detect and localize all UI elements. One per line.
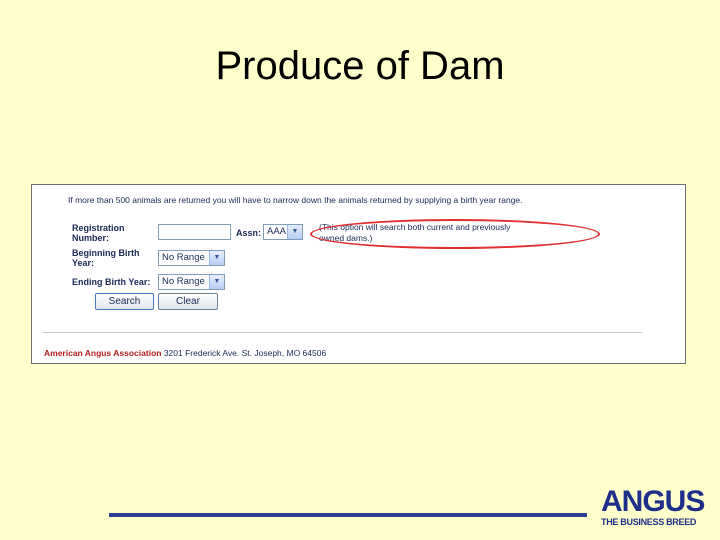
divider — [42, 332, 642, 333]
clear-button[interactable]: Clear — [158, 293, 218, 310]
assn-label: Assn: — [236, 228, 262, 238]
slide-title: Produce of Dam — [215, 44, 505, 88]
logo-tagline: THE BUSINESS BREED — [601, 517, 697, 527]
ending-birth-year-select[interactable]: No Range ▼ — [158, 274, 225, 290]
registration-number-input[interactable] — [158, 224, 231, 240]
ending-birth-year-label: Ending Birth Year: — [72, 277, 151, 287]
chevron-down-icon: ▼ — [209, 275, 224, 289]
footer-text: American Angus Association 3201 Frederic… — [44, 348, 326, 358]
chevron-down-icon: ▼ — [209, 251, 224, 265]
accent-rule — [109, 513, 587, 517]
notice-text: If more than 500 animals are returned yo… — [68, 195, 523, 205]
beginning-birth-year-select[interactable]: No Range ▼ — [158, 250, 225, 266]
chevron-down-icon: ▼ — [287, 225, 302, 239]
angus-logo: ANGUS THE BUSINESS BREED — [601, 485, 705, 533]
assn-select[interactable]: AAA ▼ — [263, 224, 303, 240]
search-button[interactable]: Search — [95, 293, 154, 310]
registration-label: Registration Number: — [72, 223, 125, 243]
footer-org: American Angus Association — [44, 348, 162, 358]
highlight-oval — [310, 219, 600, 249]
logo-word: ANGUS — [601, 485, 705, 518]
form-screenshot: If more than 500 animals are returned yo… — [31, 184, 686, 364]
footer-address: 3201 Frederick Ave. St. Joseph, MO 64506 — [161, 348, 327, 358]
beginning-birth-year-label: Beginning Birth Year: — [72, 248, 140, 268]
